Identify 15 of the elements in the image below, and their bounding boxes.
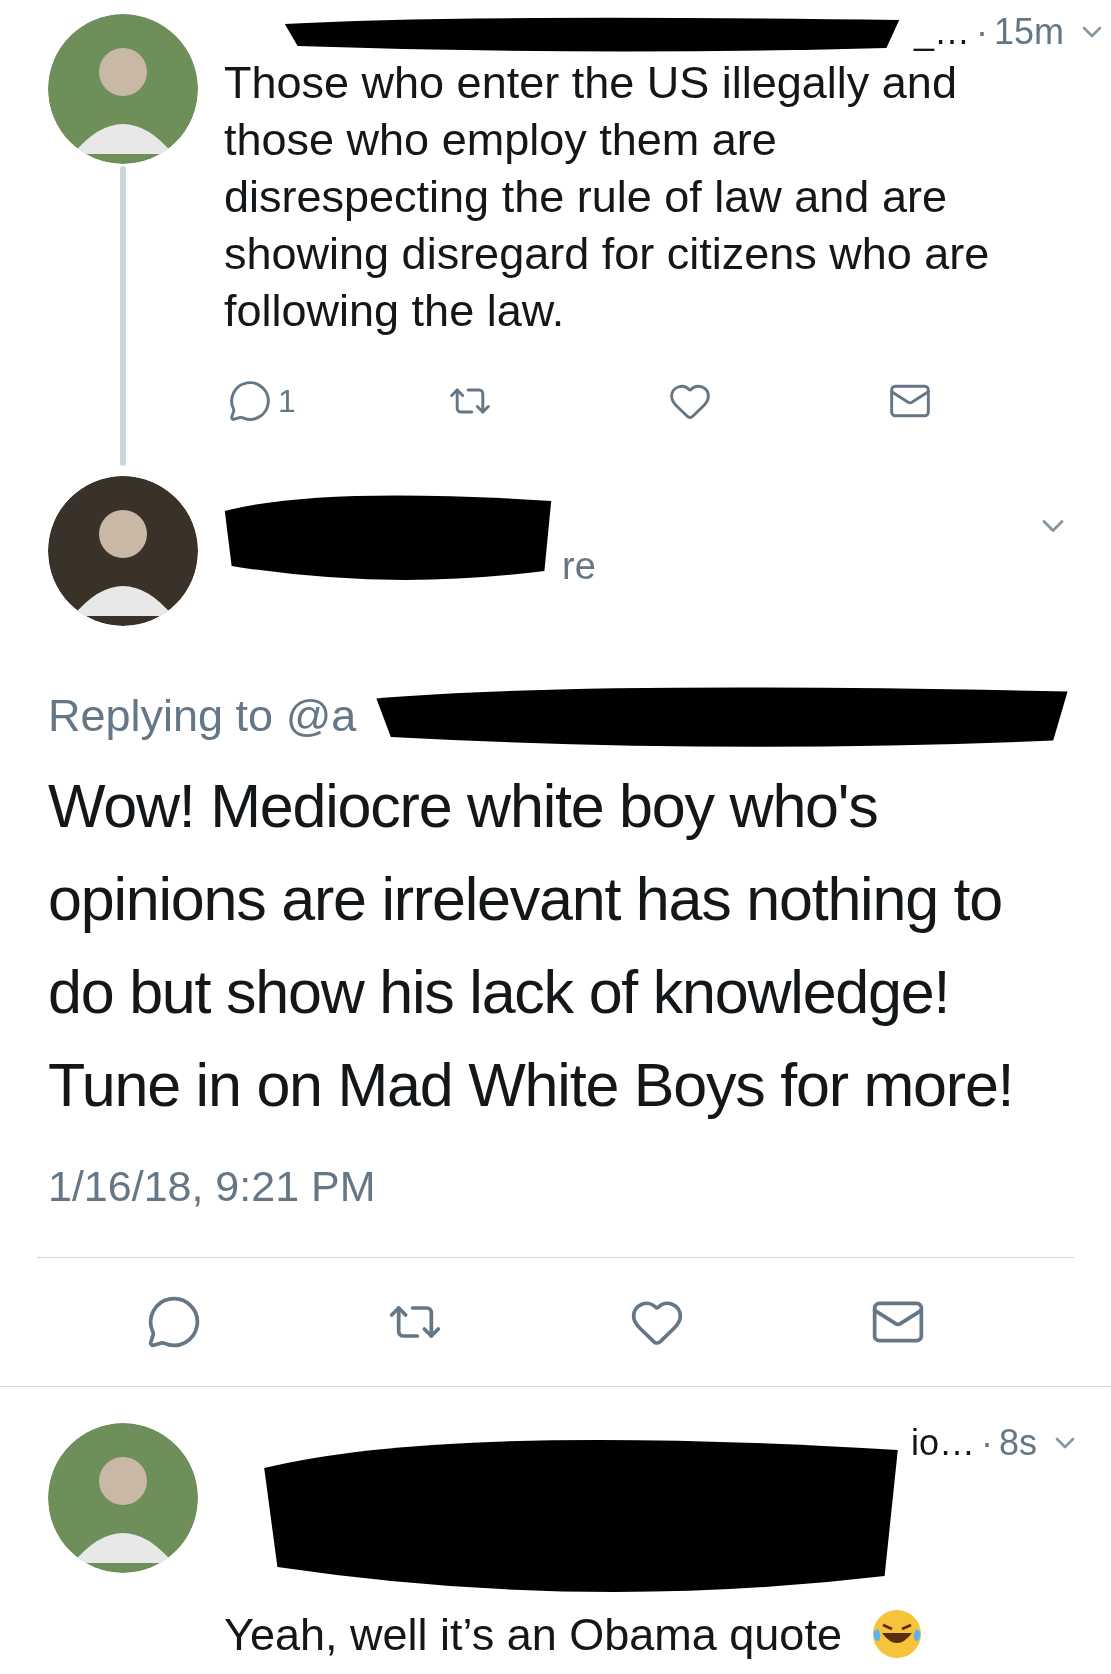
tweet-text: Yeah, well it’s an Obama quote xyxy=(224,1607,842,1662)
tweet-text: Those who enter the US illegally and those who employ them are disrespecting the rule of law and are showing disregard for citizens who are following the law. xyxy=(224,56,991,338)
separator: · xyxy=(975,14,988,50)
tweet-timestamp: 1/16/18, 9:21 PM xyxy=(48,1161,377,1212)
reply-icon[interactable] xyxy=(228,379,272,423)
tweet-time: 15m xyxy=(993,14,1064,50)
tweet-text: Wow! Mediocre white boy who's opinions are irrelevant has nothing to do but show his lack of knowledge! Tune in on Mad White Boys for more! xyxy=(48,771,1015,1121)
tweet-time: 8s xyxy=(998,1424,1037,1461)
reply-count: 1 xyxy=(278,382,296,421)
avatar[interactable] xyxy=(48,476,198,626)
replying-to: Replying to @a xyxy=(48,689,357,744)
separator: · xyxy=(980,1424,993,1461)
handle-fragment: re xyxy=(562,544,596,589)
name-truncation: io… xyxy=(910,1424,975,1461)
name-truncation: _… xyxy=(913,14,970,50)
